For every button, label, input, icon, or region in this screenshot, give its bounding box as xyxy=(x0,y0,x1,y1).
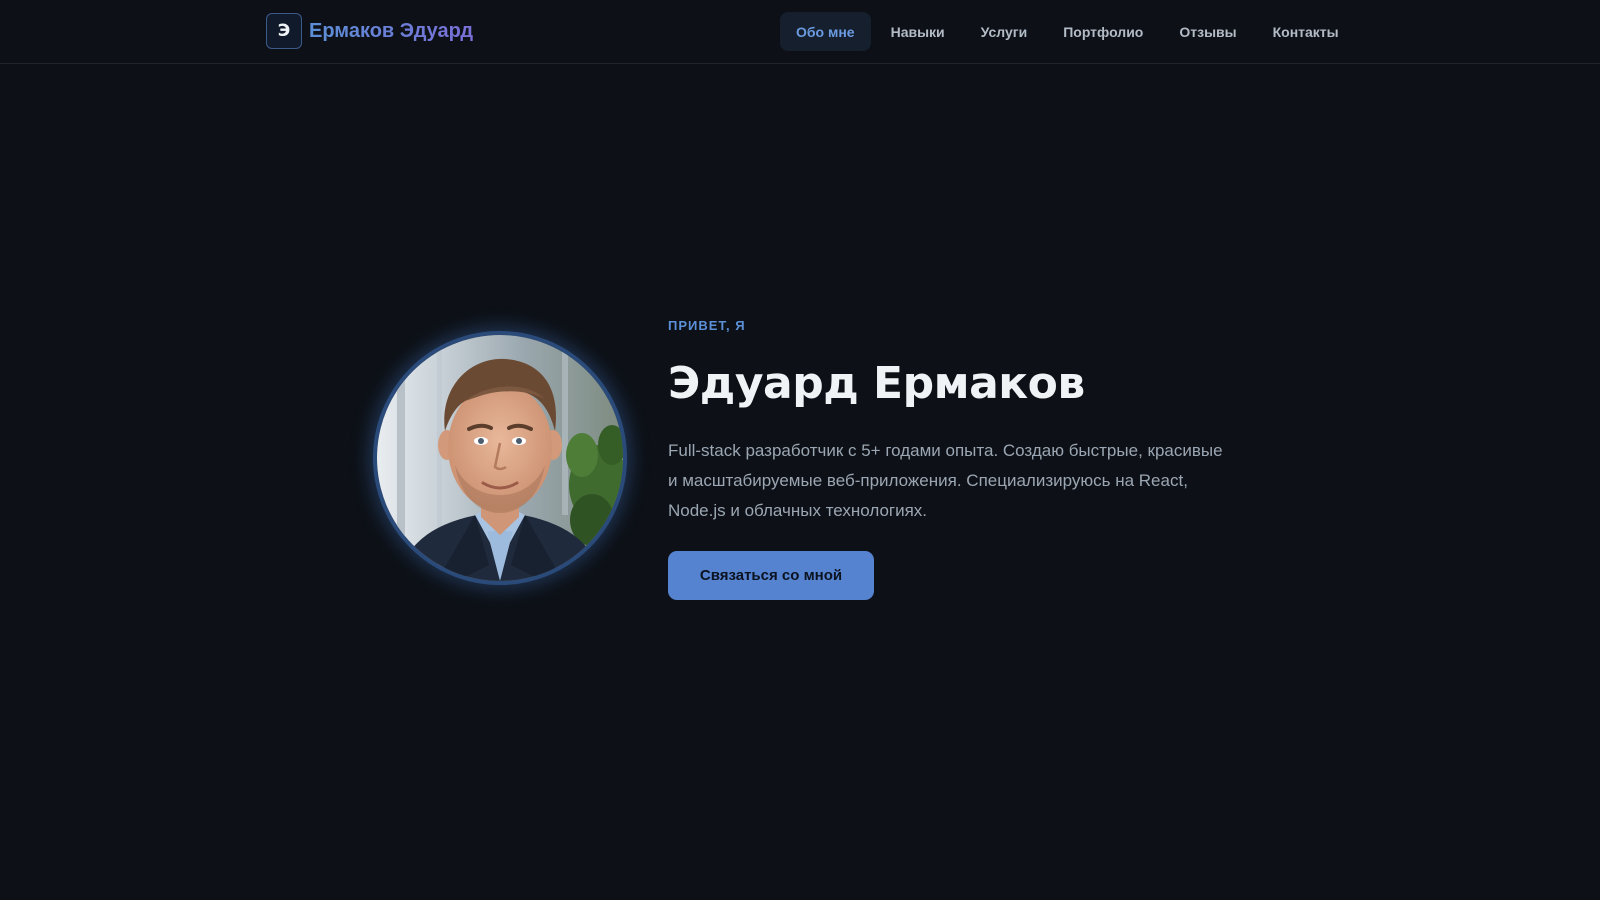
nav-item-reviews[interactable]: Отзывы xyxy=(1163,12,1252,51)
logo-icon: Э xyxy=(266,13,302,49)
hero-greeting: ПРИВЕТ, Я xyxy=(668,318,746,333)
avatar xyxy=(373,331,627,585)
nav-item-contacts[interactable]: Контакты xyxy=(1257,12,1355,51)
nav-item-portfolio[interactable]: Портфолио xyxy=(1047,12,1159,51)
nav-item-skills[interactable]: Навыки xyxy=(875,12,961,51)
hero-description: Full-stack разработчик с 5+ годами опыта… xyxy=(668,441,1223,520)
main-nav: Обо мне Навыки Услуги Портфолио Отзывы К… xyxy=(780,12,1359,51)
site-header: Э Ермаков Эдуард Обо мне Навыки Услуги П… xyxy=(0,0,1600,64)
brand-name: Ермаков Эдуард xyxy=(309,19,474,42)
nav-item-services[interactable]: Услуги xyxy=(965,12,1044,51)
portrait-photo-icon xyxy=(377,335,623,581)
brand-link[interactable]: Э Ермаков Эдуард xyxy=(266,13,473,49)
hero-text: ПРИВЕТ, Я Эдуард Ермаков Full-stack разр… xyxy=(668,316,1228,600)
nav-item-about[interactable]: Обо мне xyxy=(780,12,871,51)
contact-me-button[interactable]: Связаться со мной xyxy=(668,551,874,600)
hero-name: Эдуард Ермаков xyxy=(668,358,1085,409)
